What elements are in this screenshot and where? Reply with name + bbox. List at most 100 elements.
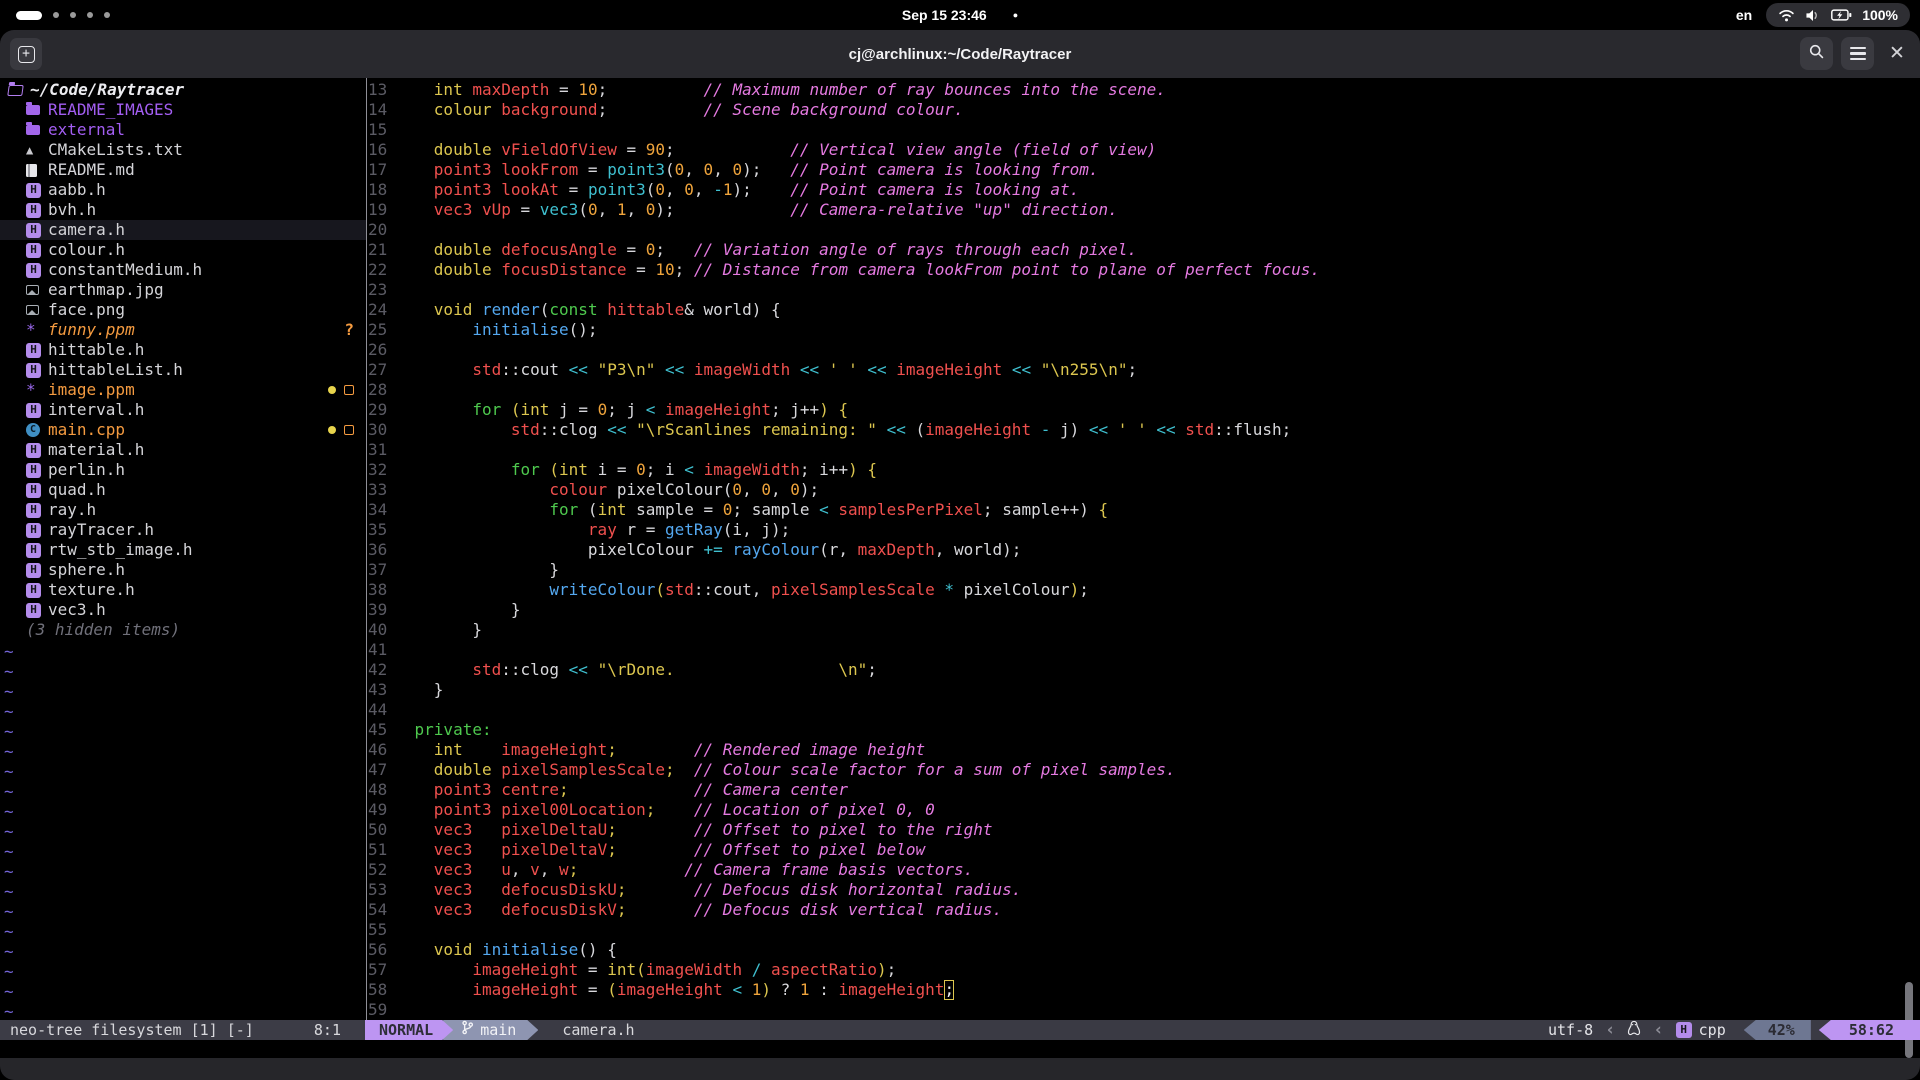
tree-item[interactable]: ▲CMakeLists.txt [0, 140, 366, 160]
code-line[interactable]: 35 ray r = getRay(i, j); [368, 520, 1908, 540]
code-line[interactable]: 43 } [368, 680, 1908, 700]
tree-item[interactable]: README_IMAGES [0, 100, 366, 120]
code-line[interactable]: 34 for (int sample = 0; sample < samples… [368, 500, 1908, 520]
tree-item[interactable]: HconstantMedium.h [0, 260, 366, 280]
code-line[interactable]: 47 double pixelSamplesScale; // Colour s… [368, 760, 1908, 780]
code-line[interactable]: 55 [368, 920, 1908, 940]
code-line[interactable]: 50 vec3 pixelDeltaU; // Offset to pixel … [368, 820, 1908, 840]
code-token: i = [588, 460, 636, 480]
code-line[interactable]: 54 vec3 defocusDiskV; // Defocus disk ve… [368, 900, 1908, 920]
tree-item[interactable]: Hbvh.h [0, 200, 366, 220]
code-line[interactable]: 30 std::clog << "\rScanlines remaining: … [368, 420, 1908, 440]
tree-item[interactable]: Hquad.h [0, 480, 366, 500]
code-line[interactable]: 57 imageHeight = int(imageWidth / aspect… [368, 960, 1908, 980]
tree-item[interactable]: Hray.h [0, 500, 366, 520]
workspace-indicator[interactable] [16, 11, 110, 20]
code-line[interactable]: 53 vec3 defocusDiskU; // Defocus disk ho… [368, 880, 1908, 900]
code-line[interactable]: 56 void initialise() { [368, 940, 1908, 960]
tree-item[interactable]: Hrtw_stb_image.h [0, 540, 366, 560]
line-number: 19 [368, 200, 395, 220]
code-token [569, 780, 694, 800]
code-line[interactable]: 25 initialise(); [368, 320, 1908, 340]
clock[interactable]: Sep 15 23:46 ● [902, 7, 1018, 23]
code-line[interactable]: 22 double focusDistance = 10; // Distanc… [368, 260, 1908, 280]
tilde-marker: ~ [4, 962, 14, 982]
code-line[interactable]: 13 int maxDepth = 10; // Maximum number … [368, 80, 1908, 100]
tree-item[interactable]: *image.ppm [0, 380, 366, 400]
code-token: ( [646, 180, 656, 200]
code-line[interactable]: 39 } [368, 600, 1908, 620]
code-line[interactable]: 33 colour pixelColour(0, 0, 0); [368, 480, 1908, 500]
tree-item[interactable]: README.md [0, 160, 366, 180]
code-line[interactable]: 49 point3 pixel00Location; // Location o… [368, 800, 1908, 820]
code-line[interactable]: 42 std::clog << "\rDone. \n"; [368, 660, 1908, 680]
code-line[interactable]: 44 [368, 700, 1908, 720]
tree-item[interactable]: Htexture.h [0, 580, 366, 600]
tree-item[interactable]: Hsphere.h [0, 560, 366, 580]
tree-item[interactable]: Haabb.h [0, 180, 366, 200]
code-token: << [665, 360, 684, 380]
code-line[interactable]: 16 double vFieldOfView = 90; // Vertical… [368, 140, 1908, 160]
tree-item[interactable]: external [0, 120, 366, 140]
code-line[interactable]: 58 imageHeight = (imageHeight < 1) ? 1 :… [368, 980, 1908, 1000]
code-line[interactable]: 21 double defocusAngle = 0; // Variation… [368, 240, 1908, 260]
tree-item[interactable]: Hmaterial.h [0, 440, 366, 460]
code-token: } [395, 560, 559, 580]
code-token [742, 960, 752, 980]
code-line[interactable]: 17 point3 lookFrom = point3(0, 0, 0); //… [368, 160, 1908, 180]
menu-button[interactable] [1841, 37, 1874, 70]
code-line[interactable]: 27 std::cout << "P3\n" << imageWidth << … [368, 360, 1908, 380]
code-line[interactable]: 20 [368, 220, 1908, 240]
tree-item[interactable]: Hhittable.h [0, 340, 366, 360]
hidden-items-note[interactable]: (3 hidden items) [0, 620, 366, 640]
quick-settings[interactable]: 100% [1766, 3, 1910, 27]
code-line[interactable]: 31 [368, 440, 1908, 460]
code-line[interactable]: 41 [368, 640, 1908, 660]
tree-item[interactable]: Hinterval.h [0, 400, 366, 420]
close-button[interactable]: ✕ [1882, 37, 1912, 70]
code-line[interactable]: 46 int imageHeight; // Rendered image he… [368, 740, 1908, 760]
code-line[interactable]: 52 vec3 u, v, w; // Camera frame basis v… [368, 860, 1908, 880]
code-line[interactable]: 37 } [368, 560, 1908, 580]
terminal-content: ~/Code/Raytracer README_IMAGESexternal▲C… [0, 78, 1920, 1058]
code-area[interactable]: 13 int maxDepth = 10; // Maximum number … [368, 80, 1908, 1020]
tree-item[interactable]: Hcolour.h [0, 240, 366, 260]
code-line[interactable]: 51 vec3 pixelDeltaV; // Offset to pixel … [368, 840, 1908, 860]
tree-item-icon: H [26, 483, 48, 498]
code-line[interactable]: 29 for (int j = 0; j < imageHeight; j++)… [368, 400, 1908, 420]
code-line[interactable]: 19 vec3 vUp = vec3(0, 1, 0); // Camera-r… [368, 200, 1908, 220]
code-line[interactable]: 28 [368, 380, 1908, 400]
tilde-marker: ~ [4, 862, 14, 882]
tree-item[interactable]: HrayTracer.h [0, 520, 366, 540]
code-line[interactable]: 24 void render(const hittable& world) { [368, 300, 1908, 320]
tree-item[interactable]: Hcamera.h [0, 220, 366, 240]
code-line[interactable]: 59 [368, 1000, 1908, 1020]
code-line[interactable]: 15 [368, 120, 1908, 140]
code-token: defocusAngle [501, 240, 617, 260]
tree-item[interactable]: earthmap.jpg [0, 280, 366, 300]
code-line[interactable]: 18 point3 lookAt = point3(0, 0, -1); // … [368, 180, 1908, 200]
tree-root[interactable]: ~/Code/Raytracer [0, 80, 366, 100]
tree-item[interactable]: HhittableList.h [0, 360, 366, 380]
code-token: ; [607, 840, 617, 860]
tree-item[interactable]: *funny.ppm? [0, 320, 366, 340]
search-button[interactable] [1800, 37, 1833, 70]
line-number: 31 [368, 440, 395, 460]
git-modified-dot-icon [328, 426, 336, 434]
tree-item[interactable]: Hvec3.h [0, 600, 366, 620]
code-line[interactable]: 40 } [368, 620, 1908, 640]
tree-item[interactable]: face.png [0, 300, 366, 320]
tree-item[interactable]: Hperlin.h [0, 460, 366, 480]
tree-item[interactable]: Cmain.cpp [0, 420, 366, 440]
window-separator[interactable] [366, 78, 367, 1040]
code-line[interactable]: 14 colour background; // Scene backgroun… [368, 100, 1908, 120]
code-line[interactable]: 48 point3 centre; // Camera center [368, 780, 1908, 800]
code-line[interactable]: 32 for (int i = 0; i < imageWidth; i++) … [368, 460, 1908, 480]
code-line[interactable]: 26 [368, 340, 1908, 360]
code-line[interactable]: 38 writeColour(std::cout, pixelSamplesSc… [368, 580, 1908, 600]
code-line[interactable]: 23 [368, 280, 1908, 300]
git-branch-segment[interactable]: main [443, 1020, 538, 1040]
keyboard-layout[interactable]: en [1736, 7, 1752, 23]
code-line[interactable]: 36 pixelColour += rayColour(r, maxDepth,… [368, 540, 1908, 560]
code-line[interactable]: 45 private: [368, 720, 1908, 740]
